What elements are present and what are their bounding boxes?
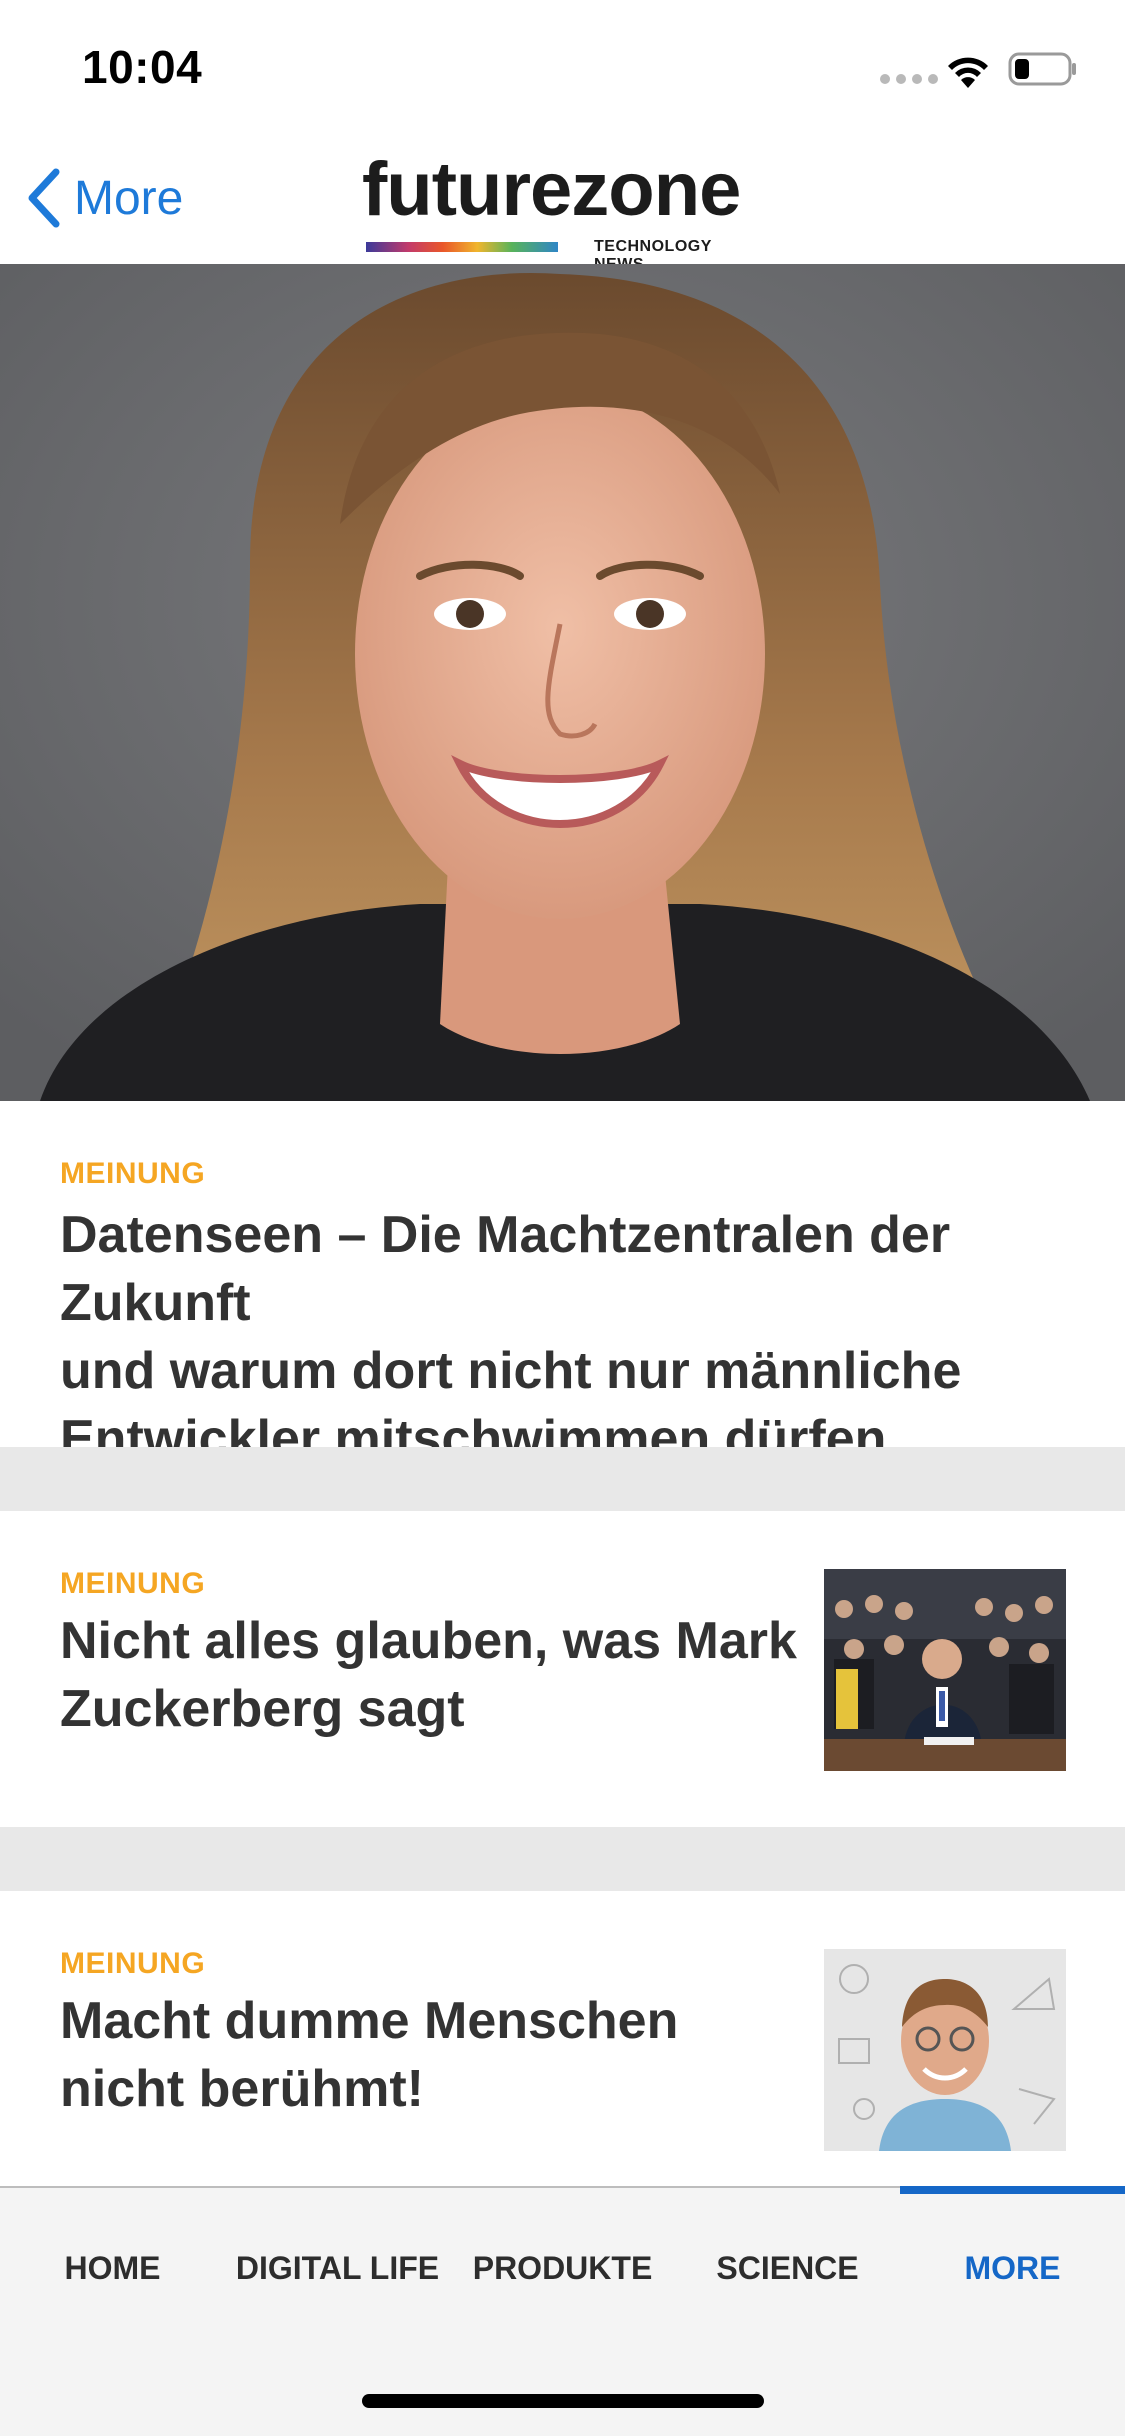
tab-produkte[interactable]: PRODUKTE (450, 2250, 675, 2287)
logo-color-bar (366, 242, 558, 252)
section-separator (0, 1447, 1125, 1511)
article-kicker: MEINUNG (60, 1947, 206, 1980)
headline-line: nicht berühmt! (60, 2060, 424, 2118)
section-separator (0, 1827, 1125, 1891)
headline-line: Zuckerberg sagt (60, 1680, 465, 1738)
author-photo (824, 1949, 1066, 2151)
hero-article-image[interactable] (0, 264, 1125, 1101)
article-card[interactable]: MEINUNG Macht dumme Menschen nicht berüh… (0, 1891, 1125, 2186)
article-card[interactable]: MEINUNG Datenseen – Die Machtzentralen d… (0, 1101, 1125, 1468)
article-card[interactable]: MEINUNG Nicht alles glauben, was Mark Zu… (0, 1511, 1125, 1827)
article-headline: Nicht alles glauben, was Mark Zuckerberg… (60, 1607, 797, 1743)
status-time: 10:04 (82, 41, 203, 93)
tab-digital-life[interactable]: DIGITAL LIFE (225, 2250, 450, 2287)
back-label: More (74, 171, 184, 225)
tab-home[interactable]: HOME (0, 2250, 225, 2287)
headline-line: Nicht alles glauben, was Mark (60, 1612, 797, 1670)
cellular-signal-icon (880, 74, 938, 84)
article-thumbnail (824, 1569, 1066, 1771)
back-chevron-icon (28, 168, 60, 228)
home-indicator[interactable] (362, 2394, 764, 2408)
tab-more[interactable]: MORE (900, 2250, 1125, 2287)
wifi-icon (948, 57, 988, 88)
article-kicker: MEINUNG (60, 1567, 206, 1600)
tab-science[interactable]: SCIENCE (675, 2250, 900, 2287)
article-headline: Datenseen – Die Machtzentralen der Zukun… (60, 1201, 1125, 1473)
headline-line: und warum dort nicht nur männliche (60, 1342, 962, 1400)
logo-wordmark: futurezone (362, 147, 741, 232)
navigation-bar: More futurezone TECHNOLOGY NEWS (0, 132, 1125, 274)
article-thumbnail (824, 1949, 1066, 2151)
portrait-photo (0, 264, 1125, 1101)
hearing-photo (824, 1569, 1066, 1771)
headline-line: Macht dumme Menschen (60, 1992, 679, 2050)
status-bar: 10:04 (0, 0, 1125, 132)
futurezone-logo: futurezone TECHNOLOGY NEWS (362, 147, 762, 274)
article-headline: Macht dumme Menschen nicht berühmt! (60, 1987, 678, 2123)
active-tab-indicator (900, 2186, 1125, 2194)
article-kicker: MEINUNG (60, 1157, 206, 1190)
back-button[interactable]: More (24, 166, 183, 230)
headline-line: Datenseen – Die Machtzentralen der Zukun… (60, 1206, 951, 1332)
battery-icon (1008, 52, 1076, 86)
